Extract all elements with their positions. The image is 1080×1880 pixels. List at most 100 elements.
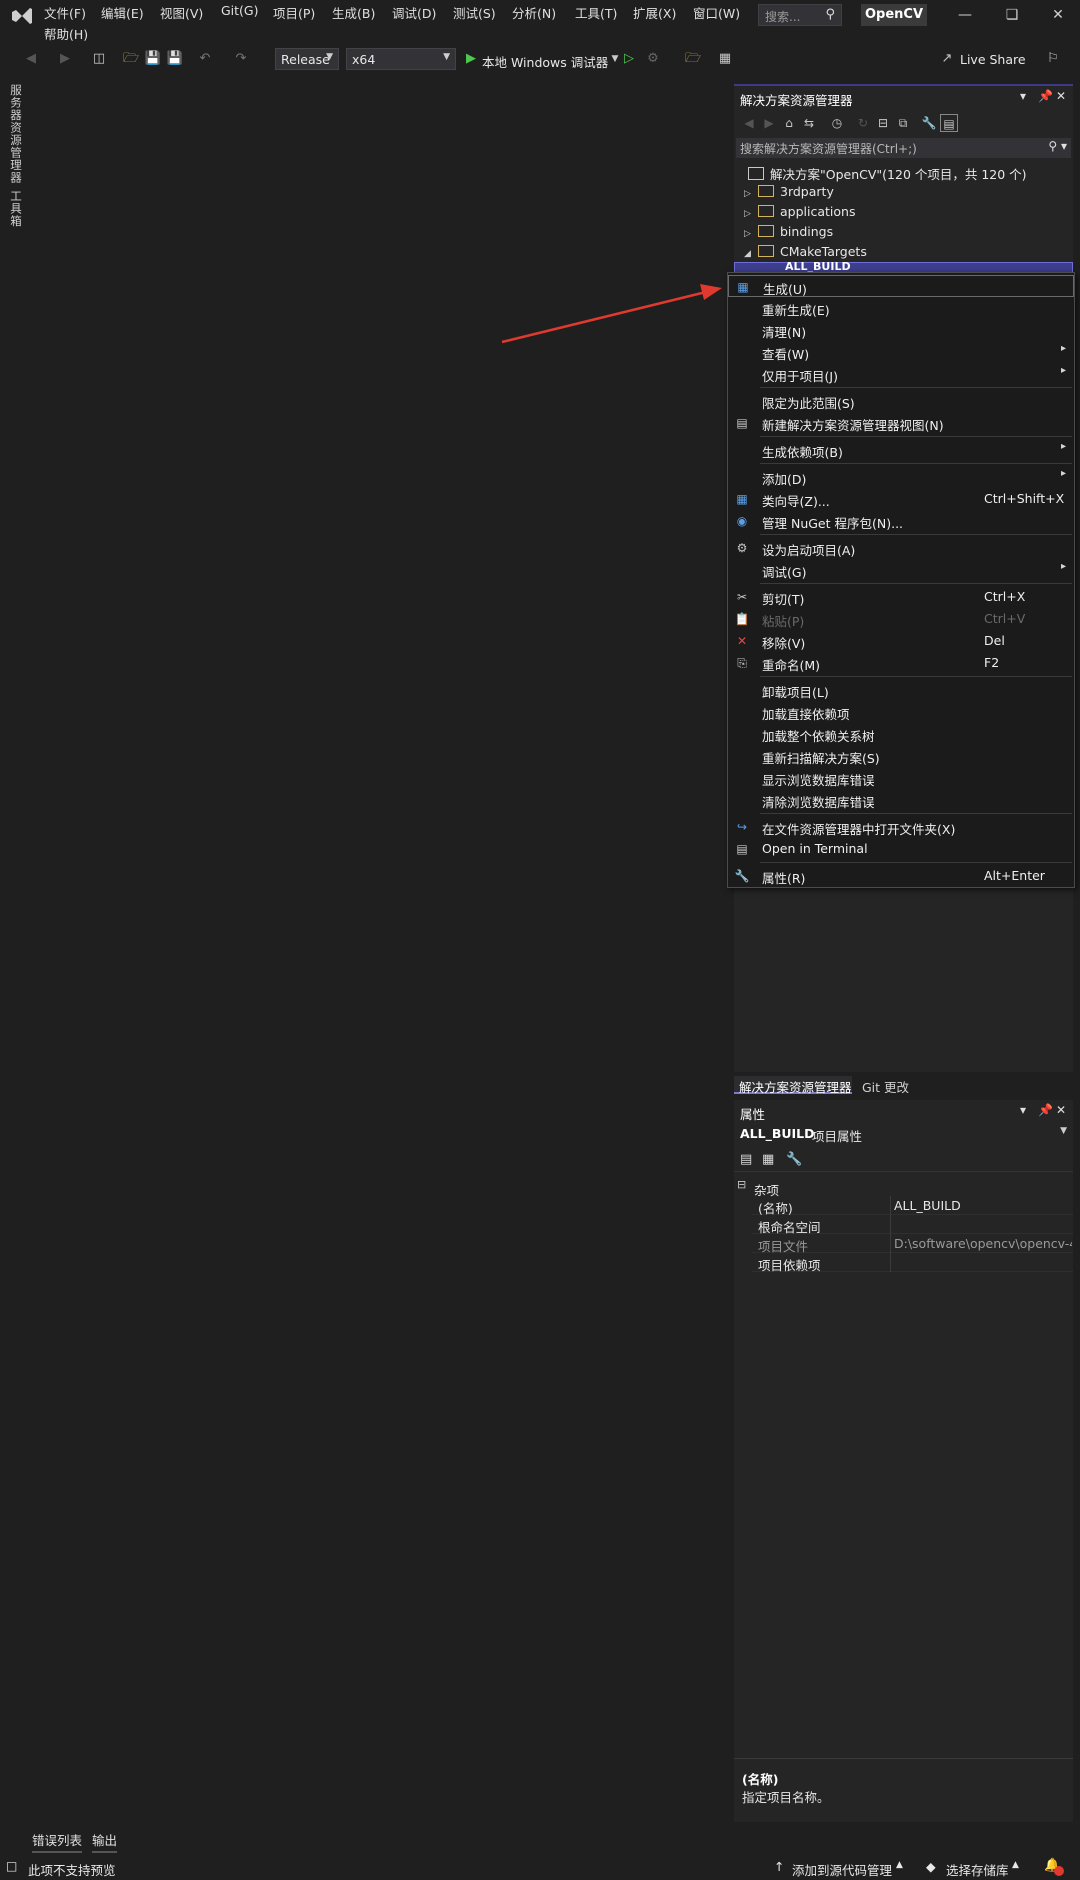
project-name-badge[interactable]: OpenCV xyxy=(861,4,927,26)
close-icon[interactable]: ✕ xyxy=(1056,1103,1066,1117)
home-icon[interactable]: ⌂ xyxy=(780,114,798,132)
menu-item-rebuild[interactable]: 重新生成(E) xyxy=(728,297,1074,319)
save-icon[interactable]: 💾 xyxy=(144,50,162,68)
menu-extensions[interactable]: 扩展(X) xyxy=(633,3,676,22)
preview-icon[interactable]: ▤ xyxy=(940,114,958,132)
tab-git-changes[interactable]: Git 更改 xyxy=(858,1076,913,1097)
menu-edit[interactable]: 编辑(E) xyxy=(101,3,144,22)
menu-item-build[interactable]: ▦ 生成(U) xyxy=(728,275,1074,297)
menu-item-rename[interactable]: ⎘ 重命名(M) F2 xyxy=(728,652,1074,674)
menu-debug[interactable]: 调试(D) xyxy=(392,3,436,22)
menu-item-show-db-errors[interactable]: 显示浏览数据库错误 xyxy=(728,767,1074,789)
chevron-down-icon[interactable]: ▾ xyxy=(1020,89,1026,103)
property-value[interactable]: D:\software\opencv\opencv-4 xyxy=(894,1236,1072,1251)
back-icon[interactable]: ◀ xyxy=(740,114,758,132)
save-all-icon[interactable]: 💾 xyxy=(166,50,184,68)
tab-output[interactable]: 输出 xyxy=(92,1830,118,1853)
tab-server-explorer[interactable]: 服务器资源管理器 xyxy=(8,84,24,184)
solution-folder-icon[interactable]: 🗁 xyxy=(684,50,702,68)
property-row-name[interactable]: (名称) ALL_BUILD xyxy=(752,1196,1073,1216)
forward-icon[interactable]: ▶ xyxy=(760,114,778,132)
menu-tools[interactable]: 工具(T) xyxy=(575,3,617,22)
tree-item-solution[interactable]: 解决方案"OpenCV"(120 个项目，共 120 个) xyxy=(748,164,1027,184)
menu-item-paste[interactable]: 📋 粘贴(P) Ctrl+V xyxy=(728,608,1074,630)
close-icon[interactable]: ✕ xyxy=(1048,5,1068,25)
live-share-icon[interactable]: ↗ xyxy=(938,50,956,68)
live-share-button[interactable]: Live Share xyxy=(960,52,1026,67)
menu-item-set-startup[interactable]: ⚙ 设为启动项目(A) xyxy=(728,537,1074,559)
properties-wrench-icon[interactable]: 🔧 xyxy=(920,114,938,132)
feedback-icon[interactable]: ⚐ xyxy=(1044,50,1062,68)
open-folder-icon[interactable]: 🗁 xyxy=(122,50,140,68)
menu-item-unload-project[interactable]: 卸载项目(L) xyxy=(728,679,1074,701)
tree-item-bindings[interactable]: ▷ bindings xyxy=(744,224,833,244)
property-row-project-file[interactable]: 项目文件 D:\software\opencv\opencv-4 xyxy=(752,1234,1073,1254)
solution-search-input[interactable]: 搜索解决方案资源管理器(Ctrl+;) ⚲ ▾ xyxy=(736,138,1071,158)
menu-item-load-direct-deps[interactable]: 加载直接依赖项 xyxy=(728,701,1074,723)
menu-project[interactable]: 项目(P) xyxy=(273,3,315,22)
object-selector[interactable]: ALL_BUILD 项目属性 ▼ xyxy=(734,1124,1073,1144)
menu-git[interactable]: Git(G) xyxy=(221,3,259,18)
back-icon[interactable]: ◀ xyxy=(22,50,40,68)
refresh-icon[interactable]: ↻ xyxy=(854,114,872,132)
pin-icon[interactable]: 📌 xyxy=(1038,89,1053,103)
menu-item-manage-nuget[interactable]: ◉ 管理 NuGet 程序包(N)... xyxy=(728,510,1074,532)
menu-item-cut[interactable]: ✂ 剪切(T) Ctrl+X xyxy=(728,586,1074,608)
menu-item-clear-db-errors[interactable]: 清除浏览数据库错误 xyxy=(728,789,1074,811)
categorized-icon[interactable]: ▤ xyxy=(740,1152,752,1167)
forward-icon[interactable]: ▶ xyxy=(56,50,74,68)
menu-item-properties[interactable]: 🔧 属性(R) Alt+Enter xyxy=(728,865,1074,887)
select-repository-button[interactable]: 选择存储库 xyxy=(946,1860,1009,1879)
restore-icon[interactable]: ❏ xyxy=(1002,5,1022,25)
menu-item-remove[interactable]: ✕ 移除(V) Del xyxy=(728,630,1074,652)
pin-icon[interactable]: 📌 xyxy=(1038,1103,1053,1117)
property-row-root-namespace[interactable]: 根命名空间 xyxy=(752,1215,1073,1235)
menu-item-load-dep-tree[interactable]: 加载整个依赖关系树 xyxy=(728,723,1074,745)
menu-file[interactable]: 文件(F) xyxy=(44,3,86,22)
menu-item-open-terminal[interactable]: ▤ Open in Terminal xyxy=(728,838,1074,860)
property-row-project-deps[interactable]: 项目依赖项 xyxy=(752,1253,1073,1273)
menu-test[interactable]: 测试(S) xyxy=(453,3,496,22)
menu-item-rescan-solution[interactable]: 重新扫描解决方案(S) xyxy=(728,745,1074,767)
chevron-down-icon[interactable]: ◢ xyxy=(744,249,758,259)
undo-icon[interactable]: ↶ xyxy=(196,50,214,68)
menu-help[interactable]: 帮助(H) xyxy=(44,24,88,43)
redo-icon[interactable]: ↷ xyxy=(232,50,250,68)
global-search-input[interactable]: 搜索... ⚲ xyxy=(758,4,842,26)
menu-analyze[interactable]: 分析(N) xyxy=(512,3,556,22)
collapse-icon[interactable]: ⊟ xyxy=(737,1178,746,1191)
menu-item-open-in-explorer[interactable]: ↪ 在文件资源管理器中打开文件夹(X) xyxy=(728,816,1074,838)
chevron-right-icon[interactable]: ▷ xyxy=(744,209,758,219)
wrench-icon[interactable]: 🔧 xyxy=(786,1152,802,1167)
start-debug-icon[interactable]: ▶ xyxy=(462,50,480,68)
menu-item-project-only[interactable]: 仅用于项目(J) ▸ xyxy=(728,363,1074,385)
chevron-right-icon[interactable]: ▷ xyxy=(744,229,758,239)
menu-item-debug[interactable]: 调试(G) ▸ xyxy=(728,559,1074,581)
debugger-target-button[interactable]: 本地 Windows 调试器 xyxy=(482,52,608,71)
menu-item-view[interactable]: 查看(W) ▸ xyxy=(728,341,1074,363)
tab-error-list[interactable]: 错误列表 xyxy=(32,1830,83,1853)
add-source-control-button[interactable]: 添加到源代码管理 xyxy=(792,1860,892,1879)
close-icon[interactable]: ✕ xyxy=(1056,89,1066,103)
menu-item-new-explorer-view[interactable]: ▤ 新建解决方案资源管理器视图(N) xyxy=(728,412,1074,434)
menu-item-build-dependencies[interactable]: 生成依赖项(B) ▸ xyxy=(728,439,1074,461)
chevron-down-icon[interactable]: ▾ xyxy=(1020,1103,1026,1117)
tree-item-3rdparty[interactable]: ▷ 3rdparty xyxy=(744,184,834,204)
show-all-files-icon[interactable]: ⧉ xyxy=(894,114,912,132)
tree-item-applications[interactable]: ▷ applications xyxy=(744,204,855,224)
layout-icon[interactable]: ▦ xyxy=(716,50,734,68)
category-row[interactable]: ⊟ 杂项 xyxy=(734,1178,1073,1198)
menu-item-scope-to-this[interactable]: 限定为此范围(S) xyxy=(728,390,1074,412)
start-without-debug-icon[interactable]: ▷ xyxy=(620,50,638,68)
menu-item-class-wizard[interactable]: ▦ 类向导(Z)... Ctrl+Shift+X xyxy=(728,488,1074,510)
property-value[interactable]: ALL_BUILD xyxy=(894,1198,1072,1213)
alphabetical-icon[interactable]: ▦ xyxy=(762,1152,774,1167)
menu-build[interactable]: 生成(B) xyxy=(332,3,375,22)
menu-window[interactable]: 窗口(W) xyxy=(693,3,740,22)
menu-view[interactable]: 视图(V) xyxy=(160,3,203,22)
tab-solution-explorer[interactable]: 解决方案资源管理器 xyxy=(734,1076,852,1095)
chevron-right-icon[interactable]: ▷ xyxy=(744,189,758,199)
minimize-icon[interactable]: — xyxy=(955,5,975,25)
hot-reload-icon[interactable]: ⚙ xyxy=(644,50,662,68)
configuration-select[interactable]: Release ▼ xyxy=(275,48,339,70)
